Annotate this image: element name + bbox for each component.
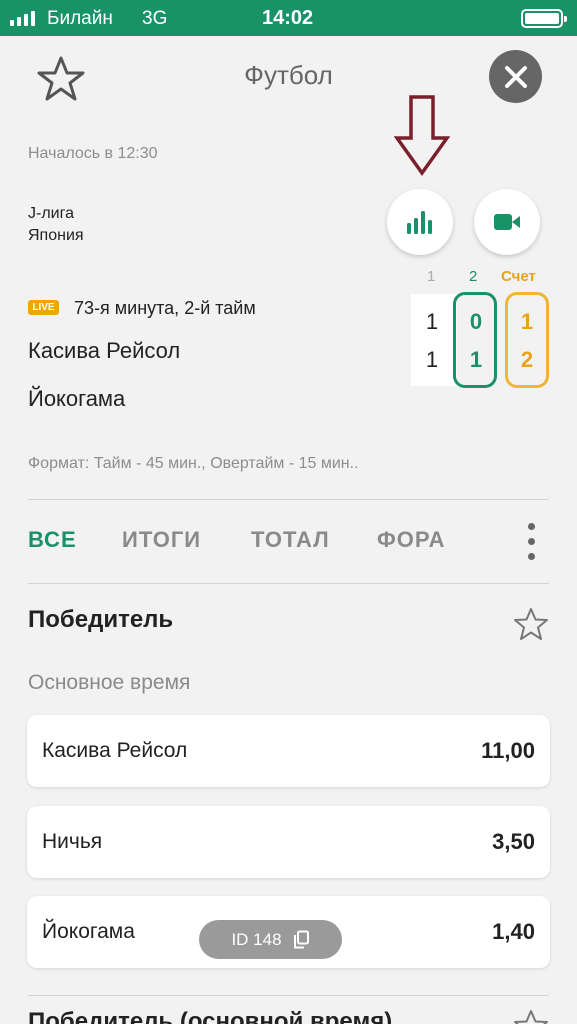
match-start-time: Началось в 12:30 xyxy=(28,145,158,162)
close-button[interactable] xyxy=(489,50,542,103)
arrow-down-icon xyxy=(393,94,451,177)
status-bar: Билайн 3G 14:02 xyxy=(0,0,577,36)
signal-icon xyxy=(10,10,35,26)
match-format: Формат: Тайм - 45 мин., Овертайм - 15 ми… xyxy=(28,455,359,472)
video-button[interactable] xyxy=(474,189,540,255)
more-vert-icon[interactable] xyxy=(522,520,542,562)
tab-all[interactable]: ВСЕ xyxy=(28,527,77,553)
away-total-score: 2 xyxy=(520,347,534,372)
bar-chart-icon xyxy=(407,211,432,234)
tab-results[interactable]: ИТОГИ xyxy=(122,527,201,553)
home-team: Касива Рейсол xyxy=(28,338,181,363)
score-header-half2: 2 xyxy=(469,268,478,285)
outcome-draw[interactable]: Ничья 3,50 xyxy=(27,806,550,878)
outcome-home[interactable]: Касива Рейсол 11,00 xyxy=(27,715,550,787)
home-half2-score: 0 xyxy=(469,309,483,334)
outcome-name: Йокогама xyxy=(42,920,135,943)
league-info: J-лига Япония xyxy=(28,203,84,247)
close-icon xyxy=(504,65,527,88)
divider xyxy=(28,499,549,500)
score-header-half1: 1 xyxy=(427,268,436,285)
copy-icon xyxy=(293,930,309,948)
divider xyxy=(28,995,549,996)
away-half2-score: 1 xyxy=(469,347,483,372)
scoreboard: 1 0 1 1 1 2 xyxy=(411,292,551,388)
outcome-odds: 1,40 xyxy=(492,919,535,944)
next-market-title: Победитель (основной время) xyxy=(28,1008,393,1024)
outcome-name: Касива Рейсол xyxy=(42,739,188,762)
tab-total[interactable]: ТОТАЛ xyxy=(251,527,330,553)
outcome-name: Ничья xyxy=(42,830,103,853)
home-half1-score: 1 xyxy=(425,309,439,334)
tab-handicap[interactable]: ФОРА xyxy=(377,527,446,553)
stats-button[interactable] xyxy=(387,189,453,255)
away-team: Йокогама xyxy=(28,386,126,411)
home-total-score: 1 xyxy=(520,309,534,334)
divider xyxy=(28,583,549,584)
away-half1-score: 1 xyxy=(425,347,439,372)
league-country: Япония xyxy=(28,227,84,244)
clock: 14:02 xyxy=(262,7,314,29)
video-camera-icon xyxy=(494,214,520,230)
league-name: J-лига xyxy=(28,205,74,222)
id-label: ID 148 xyxy=(231,929,282,949)
battery-icon xyxy=(521,9,567,28)
total-column xyxy=(505,292,549,388)
live-status: 73-я минута, 2-й тайм xyxy=(74,298,256,318)
carrier-label: Билайн xyxy=(47,8,113,29)
market-title: Победитель xyxy=(28,606,174,633)
star-outline-icon[interactable] xyxy=(512,1008,550,1024)
live-badge: LIVE xyxy=(28,300,59,315)
star-outline-icon[interactable] xyxy=(512,606,550,642)
score-header-total: Счет xyxy=(501,268,536,285)
outcome-odds: 3,50 xyxy=(492,829,535,854)
id-pill[interactable]: ID 148 xyxy=(199,920,342,959)
half2-column xyxy=(453,292,497,388)
market-period: Основное время xyxy=(28,671,191,694)
outcome-odds: 11,00 xyxy=(481,738,535,763)
network-label: 3G xyxy=(142,8,168,29)
